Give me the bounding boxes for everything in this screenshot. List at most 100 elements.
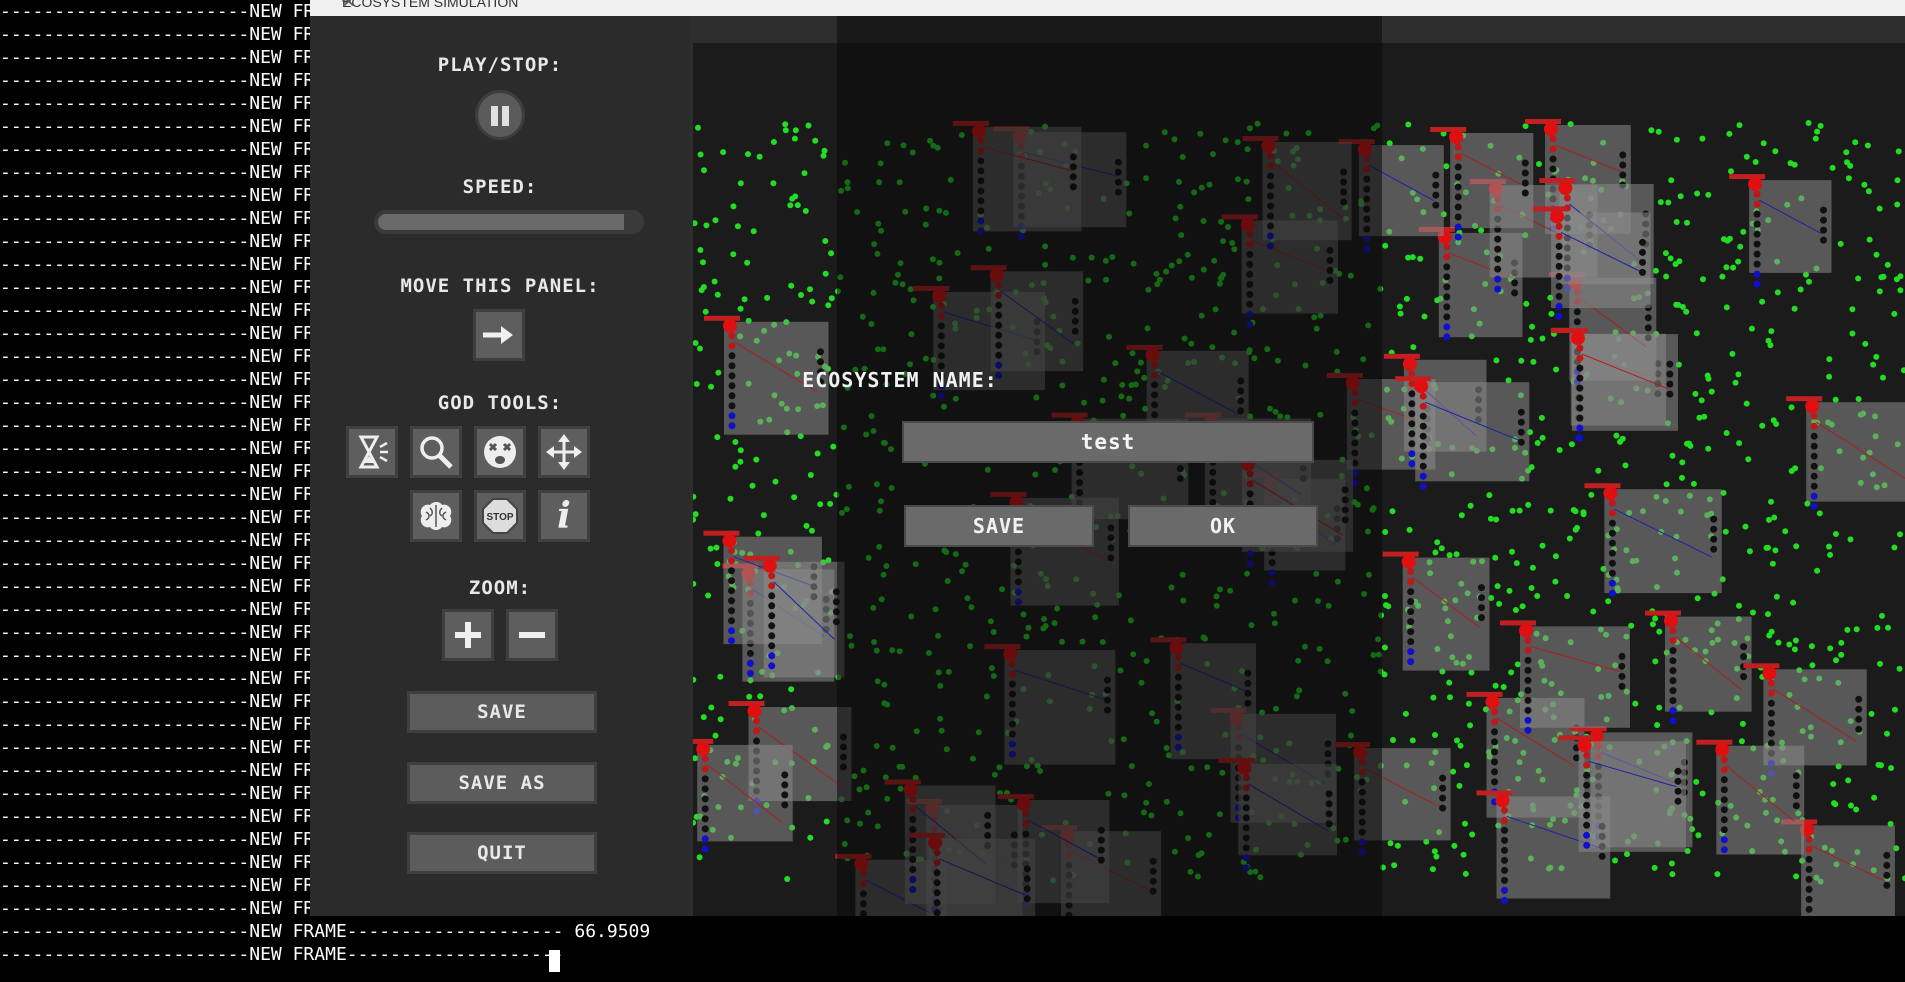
move-tool-button[interactable] <box>538 426 590 478</box>
plant-dot <box>1381 671 1388 678</box>
plant-dot <box>1870 361 1877 368</box>
save-button[interactable]: SAVE <box>407 691 597 733</box>
plant-dot <box>1564 593 1571 599</box>
plant-dot <box>1832 801 1839 808</box>
creature <box>1401 554 1416 569</box>
brain-box <box>1801 825 1895 916</box>
plant-dot <box>1556 447 1563 453</box>
close-button[interactable]: ✕ <box>342 0 1893 12</box>
info-tool-button[interactable]: i <box>538 490 590 542</box>
plant-dot <box>701 167 707 174</box>
plant-dot <box>1845 175 1852 182</box>
plant-dot <box>1861 181 1868 188</box>
plant-dot <box>1458 512 1465 519</box>
zoom-in-button[interactable] <box>442 609 494 661</box>
creature <box>1519 623 1533 638</box>
plant-dot <box>788 686 795 693</box>
speed-slider[interactable] <box>374 210 644 234</box>
plant-dot <box>1508 669 1515 676</box>
plant-dot <box>1514 661 1521 668</box>
brain-tool-button[interactable] <box>410 490 462 542</box>
plant-dot <box>1729 350 1736 357</box>
plant-dot <box>1897 287 1904 294</box>
plant-dot <box>1855 275 1862 282</box>
window-titlebar[interactable]: ECOSYSTEM SIMULATION – ✕ <box>310 0 1905 16</box>
plant-dot <box>1740 228 1747 235</box>
creature <box>747 704 762 718</box>
plant-dot <box>1743 153 1750 160</box>
plant-dot <box>1453 551 1460 558</box>
plant-dot <box>1787 160 1794 167</box>
plant-dot <box>1792 465 1799 472</box>
magnifier-tool-button[interactable] <box>410 426 462 478</box>
plant-dot <box>1700 276 1706 283</box>
plant-dot <box>1651 864 1658 871</box>
plant-dot <box>1790 599 1797 606</box>
plant-dot <box>1693 778 1700 785</box>
plant-dot <box>1699 790 1706 797</box>
minus-icon <box>519 632 545 638</box>
plant-dot <box>1759 422 1766 429</box>
plant-dot <box>1772 148 1779 155</box>
plant-dot <box>732 439 739 445</box>
stop-tool-button[interactable]: STOP <box>474 490 526 542</box>
plant-dot <box>1509 548 1515 555</box>
plant-dot <box>1493 516 1500 523</box>
plant-dot <box>787 202 794 209</box>
dialog-ok-button[interactable]: OK <box>1128 505 1318 547</box>
plant-dot <box>1446 679 1453 686</box>
plant-dot <box>737 458 744 465</box>
plant-dot <box>1830 781 1837 787</box>
pause-button[interactable] <box>475 90 525 140</box>
plant-dot <box>1463 762 1470 769</box>
control-panel: PLAY/STOP: SPEED: MOVE THIS PANEL: GOD T… <box>310 16 690 916</box>
dialog-save-button[interactable]: SAVE <box>904 505 1094 547</box>
plant-dot <box>1760 140 1767 147</box>
plant-dot <box>1460 851 1467 858</box>
plant-dot <box>1657 199 1664 206</box>
plant-dot <box>809 298 816 305</box>
magnifier-icon <box>420 436 453 469</box>
plant-dot <box>1538 414 1545 421</box>
plant-dot <box>1735 258 1742 265</box>
plant-dot <box>1728 168 1734 175</box>
brain-box <box>763 561 845 678</box>
plant-dot <box>1506 587 1513 594</box>
plant-dot <box>730 203 737 210</box>
plant-dot <box>807 834 814 841</box>
ecosystem-name-input[interactable]: test <box>902 421 1314 463</box>
plant-dot <box>1397 310 1404 317</box>
plant-dot <box>782 127 789 134</box>
plant-dot <box>1548 310 1555 317</box>
plant-dot <box>1396 303 1403 310</box>
plant-dot <box>1547 507 1554 514</box>
dna-hourglass-tool-button[interactable] <box>346 426 398 478</box>
plant-dot <box>1766 516 1772 523</box>
plant-dot <box>1553 366 1560 373</box>
plant-dot <box>730 251 737 258</box>
plant-dot <box>1496 600 1503 607</box>
plant-dot <box>1652 267 1659 274</box>
kill-tool-button[interactable] <box>474 426 526 478</box>
plant-dot <box>1382 529 1389 535</box>
plant-dot <box>1539 542 1546 549</box>
plant-dot <box>1812 135 1819 142</box>
brain-box <box>1415 382 1530 482</box>
plant-dot <box>727 495 734 502</box>
plant-dot <box>792 193 799 200</box>
plant-dot <box>1432 732 1438 738</box>
quit-button[interactable]: QUIT <box>407 832 597 874</box>
plant-dot <box>809 527 815 534</box>
plant-dot <box>821 147 828 154</box>
plant-dot <box>1530 358 1537 365</box>
plant-dot <box>1552 553 1559 560</box>
plant-dot <box>1705 375 1712 382</box>
plant-dot <box>1732 379 1739 386</box>
plant-dot <box>1662 250 1669 257</box>
plant-dot <box>737 180 744 187</box>
creature <box>1550 209 1565 224</box>
zoom-out-button[interactable] <box>506 609 558 661</box>
move-panel-button[interactable] <box>473 309 525 361</box>
save-as-button[interactable]: SAVE AS <box>407 762 597 804</box>
plant-dot <box>1877 660 1883 667</box>
